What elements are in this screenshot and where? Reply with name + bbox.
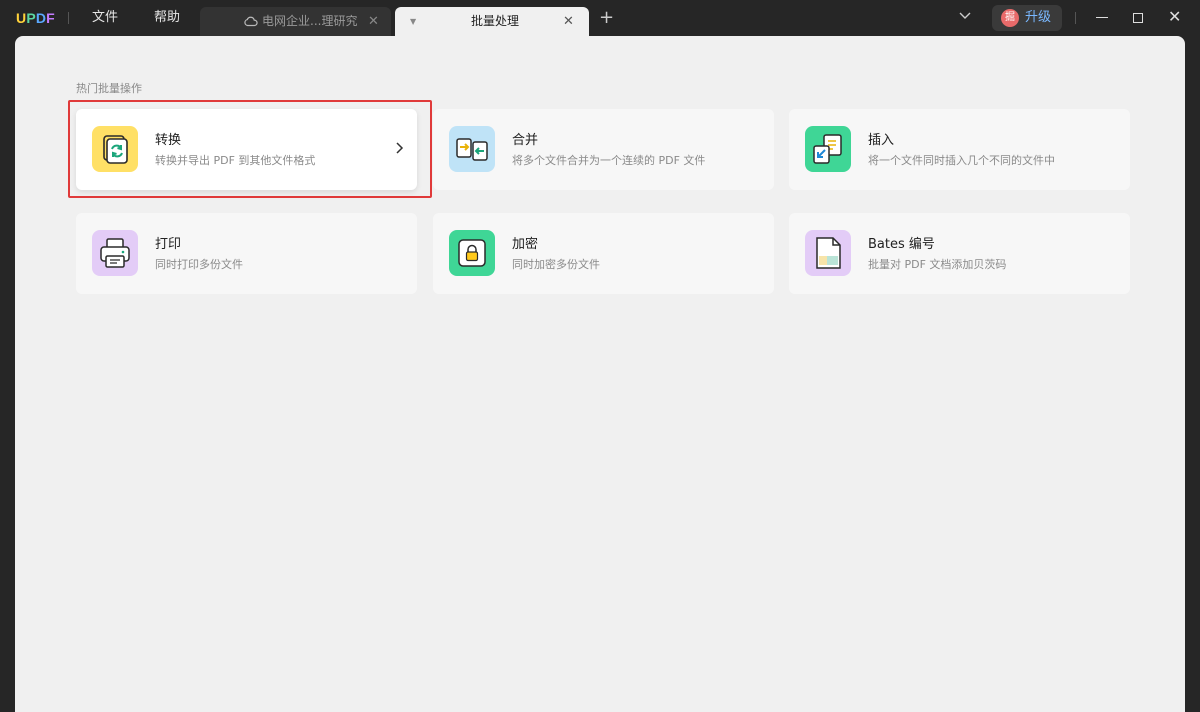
card-title: 合并 xyxy=(512,133,539,148)
card-title: Bates 编号 xyxy=(868,237,935,252)
avatar: 掘 xyxy=(1001,9,1019,27)
merge-card[interactable]: 合并 将多个文件合并为一个连续的 PDF 文件 xyxy=(433,109,774,190)
tab-document[interactable]: 电网企业...理研究 ✕ xyxy=(200,7,391,36)
upgrade-label: 升级 xyxy=(1025,10,1052,25)
divider xyxy=(1075,12,1076,24)
print-icon xyxy=(92,230,138,276)
tab-label: 电网企业...理研究 xyxy=(262,14,358,28)
card-description: 批量对 PDF 文档添加贝茨码 xyxy=(868,258,1007,271)
tab-batch-processing[interactable]: ▼ 批量处理 ✕ xyxy=(395,7,589,36)
card-description: 将多个文件合并为一个连续的 PDF 文件 xyxy=(512,154,706,167)
divider xyxy=(68,12,69,24)
cloud-icon xyxy=(244,16,258,27)
tab-label: 批量处理 xyxy=(471,14,520,28)
insert-icon xyxy=(805,126,851,172)
batch-panel: 热门批量操作 转换 转换并导出 PDF 到其他文件格式 合并 将多个文件合并为一… xyxy=(15,36,1185,712)
section-title: 热门批量操作 xyxy=(76,82,142,95)
maximize-icon[interactable] xyxy=(1133,13,1143,23)
card-description: 同时打印多份文件 xyxy=(155,258,243,271)
tab-caret-icon[interactable]: ▼ xyxy=(410,7,416,36)
bates-number-icon xyxy=(805,230,851,276)
title-bar: UPDF 文件 帮助 电网企业...理研究 ✕ ▼ 批量处理 ✕ + 掘 升级 … xyxy=(0,0,1200,36)
bates-number-card[interactable]: Bates 编号 批量对 PDF 文档添加贝茨码 xyxy=(789,213,1130,294)
minimize-icon[interactable] xyxy=(1096,17,1108,18)
card-title: 插入 xyxy=(868,133,895,148)
card-title: 加密 xyxy=(512,237,539,252)
convert-card[interactable]: 转换 转换并导出 PDF 到其他文件格式 xyxy=(76,109,417,190)
merge-icon xyxy=(449,126,495,172)
chevron-right-icon xyxy=(396,142,404,154)
lock-icon xyxy=(449,230,495,276)
chevron-down-icon[interactable] xyxy=(958,11,972,21)
close-window-icon[interactable]: ✕ xyxy=(1168,8,1181,26)
menu-file[interactable]: 文件 xyxy=(92,9,118,27)
card-title: 打印 xyxy=(155,237,182,252)
convert-icon xyxy=(92,126,138,172)
card-description: 转换并导出 PDF 到其他文件格式 xyxy=(155,154,316,167)
close-tab-icon[interactable]: ✕ xyxy=(563,7,574,36)
insert-card[interactable]: 插入 将一个文件同时插入几个不同的文件中 xyxy=(789,109,1130,190)
encrypt-card[interactable]: 加密 同时加密多份文件 xyxy=(433,213,774,294)
close-tab-icon[interactable]: ✕ xyxy=(368,7,379,36)
updf-logo[interactable]: UPDF xyxy=(16,10,55,26)
card-description: 同时加密多份文件 xyxy=(512,258,600,271)
print-card[interactable]: 打印 同时打印多份文件 xyxy=(76,213,417,294)
upgrade-button[interactable]: 掘 升级 xyxy=(992,5,1062,31)
add-tab-icon[interactable]: + xyxy=(599,9,614,27)
menu-help[interactable]: 帮助 xyxy=(154,9,180,27)
card-title: 转换 xyxy=(155,133,182,148)
card-description: 将一个文件同时插入几个不同的文件中 xyxy=(868,154,1055,167)
